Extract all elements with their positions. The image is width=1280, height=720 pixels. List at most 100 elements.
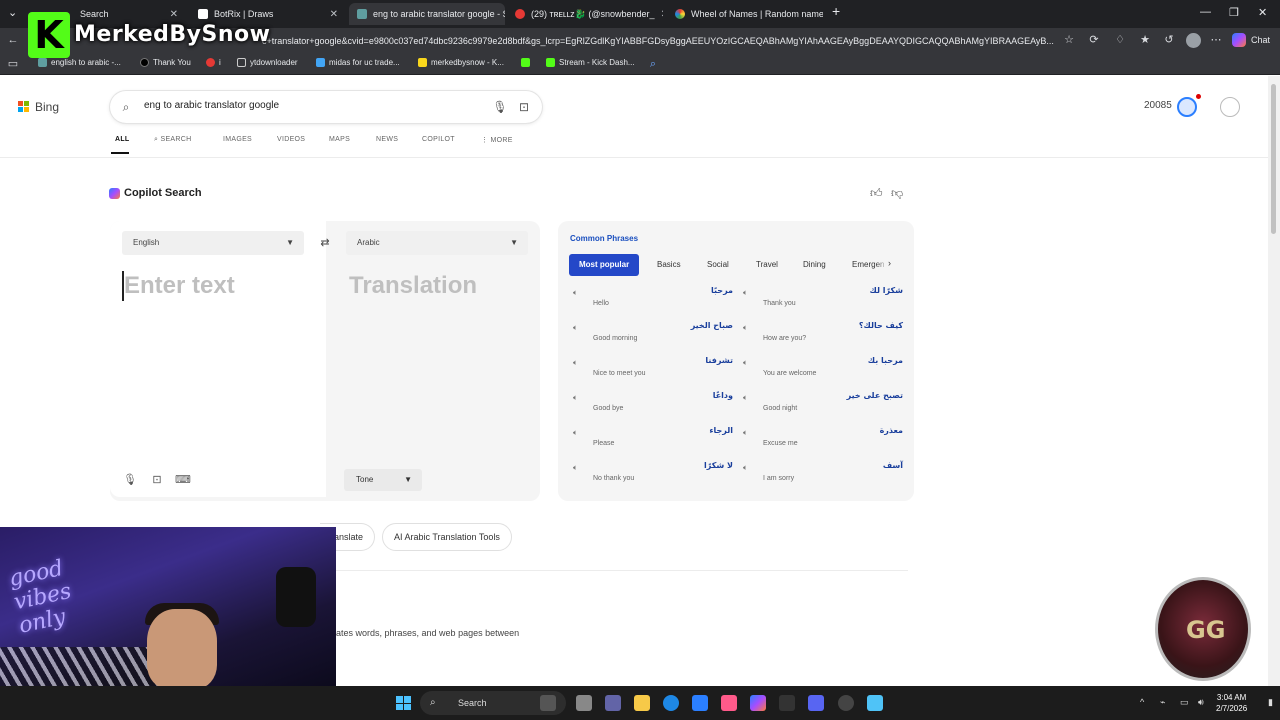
back-arrow-icon[interactable]: ← <box>6 33 20 47</box>
bookmark-item[interactable]: ytdownloader <box>237 58 298 67</box>
swap-languages-icon[interactable]: ⇄ <box>316 234 334 252</box>
keyboard-icon[interactable]: ⌨ <box>175 472 191 488</box>
speaker-icon[interactable]: 🔈︎ <box>743 358 748 368</box>
store-icon[interactable] <box>692 695 708 711</box>
search-box[interactable]: ⌕ eng to arabic translator google 🎙 ⊡ <box>110 91 542 123</box>
phrase-item[interactable]: 🔈︎ مرحبا بك You are welcome <box>743 356 903 386</box>
app-icon[interactable] <box>838 695 854 711</box>
phrase-tab-most-popular[interactable]: Most popular <box>569 254 640 276</box>
app-icon[interactable] <box>779 695 795 711</box>
tab-wheel-of-names[interactable]: Wheel of Names | Random name ✕ <box>667 3 823 25</box>
bookmark-item[interactable]: midas for uc trade... <box>316 58 400 67</box>
phrase-item[interactable]: 🔈︎ شكرًا لك Thank you <box>743 286 903 316</box>
phrase-item[interactable]: 🔈︎ مرحبًا Hello <box>573 286 733 316</box>
source-text-input[interactable]: Enter text <box>122 271 235 301</box>
tab-images[interactable]: IMAGES <box>223 136 252 143</box>
bookmark-item[interactable]: Thank You <box>140 58 191 67</box>
tone-select[interactable]: Tone ▼ <box>344 469 422 491</box>
scrollbar-thumb[interactable] <box>1271 84 1276 234</box>
favorites-icon[interactable]: ★ <box>1138 33 1152 47</box>
speaker-icon[interactable]: 🔈︎ <box>573 358 578 368</box>
speaker-icon[interactable]: 🔈︎ <box>573 323 578 333</box>
phrase-item[interactable]: 🔈︎ آسف I am sorry <box>743 461 903 491</box>
widgets-icon[interactable] <box>540 695 556 711</box>
network-icon[interactable]: ⌁ <box>1160 697 1165 708</box>
tab-bing-search[interactable]: eng to arabic translator google - S ✕ <box>349 3 505 25</box>
browser-essentials-icon[interactable]: ♢ <box>1113 33 1127 47</box>
speaker-icon[interactable]: 🔈︎ <box>743 288 748 298</box>
visual-search-icon[interactable]: ⊡ <box>516 99 532 115</box>
user-account-icon[interactable] <box>1220 97 1240 117</box>
tab-search-copilot[interactable]: ⌕ SEARCH <box>154 136 191 144</box>
discord-icon[interactable] <box>808 695 824 711</box>
rewards-medal-icon[interactable] <box>1177 97 1197 117</box>
bing-logo[interactable]: Bing <box>18 100 59 114</box>
camera-translate-icon[interactable]: ⊡ <box>149 472 165 488</box>
bookmark-item[interactable]: Stream - Kick Dash... <box>546 58 635 67</box>
bookmark-item[interactable]: i <box>206 58 221 67</box>
bookmark-item[interactable] <box>521 58 534 67</box>
rewards-points[interactable]: 20085 <box>1144 100 1172 111</box>
bookmark-item[interactable]: merkedbysnow - K... <box>418 58 504 67</box>
start-button[interactable] <box>396 696 411 710</box>
minimize-icon[interactable]: — <box>1200 6 1211 18</box>
page-scrollbar[interactable] <box>1268 76 1280 686</box>
search-input[interactable]: eng to arabic translator google <box>144 100 279 111</box>
tab-copilot[interactable]: COPILOT <box>422 136 455 143</box>
phrase-tab-social[interactable]: Social <box>697 254 739 276</box>
phrase-item[interactable]: 🔈︎ الرجاء Please <box>573 426 733 456</box>
thumbs-down-icon[interactable]: 👎︎ <box>891 186 903 201</box>
show-hidden-icons[interactable]: ^ <box>1140 697 1144 707</box>
phrase-item[interactable]: 🔈︎ وداعًا Good bye <box>573 391 733 421</box>
phrase-tab-basics[interactable]: Basics <box>647 254 691 276</box>
app-icon[interactable] <box>721 695 737 711</box>
speaker-icon[interactable]: 🔈︎ <box>743 393 748 403</box>
speaker-icon[interactable]: 🔈︎ <box>743 323 748 333</box>
source-language-select[interactable]: English ▼ <box>122 231 304 255</box>
target-language-select[interactable]: Arabic ▼ <box>346 231 528 255</box>
display-icon[interactable]: ▭ <box>1180 697 1189 708</box>
related-chip[interactable]: AI Arabic Translation Tools <box>382 523 512 551</box>
tab-more[interactable]: ⋮ MORE <box>481 136 513 144</box>
file-explorer-icon[interactable] <box>634 695 650 711</box>
notepad-icon[interactable] <box>867 695 883 711</box>
phrase-item[interactable]: 🔈︎ تشرفنا Nice to meet you <box>573 356 733 386</box>
phrase-item[interactable]: 🔈︎ كيف حالك؟ How are you? <box>743 321 903 351</box>
extensions-icon[interactable]: ⟳ <box>1087 33 1101 47</box>
phrase-tab-travel[interactable]: Travel <box>746 254 788 276</box>
new-tab-icon[interactable]: + <box>832 3 840 19</box>
bookmark-item[interactable]: english to arabic -... <box>38 58 121 67</box>
speaker-icon[interactable]: 🔈︎ <box>743 428 748 438</box>
profile-avatar[interactable] <box>1186 33 1201 48</box>
task-view-icon[interactable] <box>576 695 592 711</box>
edge-icon[interactable] <box>663 695 679 711</box>
teams-icon[interactable] <box>605 695 621 711</box>
speaker-icon[interactable]: 🔈︎ <box>573 288 578 298</box>
phrase-item[interactable]: 🔈︎ تصبح على خير Good night <box>743 391 903 421</box>
close-icon[interactable]: ✕ <box>164 9 178 20</box>
tab-news[interactable]: NEWS <box>376 136 398 143</box>
notification-icon[interactable]: ▮ <box>1268 697 1273 708</box>
tab-videos[interactable]: VIDEOS <box>277 136 305 143</box>
volume-icon[interactable]: 🔊︎ <box>1198 697 1204 708</box>
copilot-icon[interactable] <box>750 695 766 711</box>
close-icon[interactable]: ✕ <box>655 9 663 20</box>
microphone-icon[interactable]: 🎙 <box>122 472 138 488</box>
phrase-item[interactable]: 🔈︎ لا شكرًا No thank you <box>573 461 733 491</box>
reading-list-icon[interactable]: ▭ <box>6 57 20 71</box>
maximize-icon[interactable]: ❐ <box>1229 6 1239 19</box>
phrase-tab-dining[interactable]: Dining <box>793 254 836 276</box>
tab-all[interactable]: ALL <box>115 136 130 143</box>
settings-more-icon[interactable]: ⋯ <box>1209 33 1223 47</box>
url-field[interactable]: c+translator+google&cvid=e9800c037ed74db… <box>262 32 1062 50</box>
favorite-star-icon[interactable]: ☆ <box>1062 33 1076 47</box>
window-close-icon[interactable]: ✕ <box>1258 6 1267 19</box>
search-icon[interactable]: ⌕ <box>646 57 660 71</box>
speaker-icon[interactable]: 🔈︎ <box>573 393 578 403</box>
chevron-right-icon[interactable]: › <box>888 258 891 268</box>
copilot-chat-button[interactable]: Chat <box>1232 33 1270 47</box>
microphone-icon[interactable]: 🎙 <box>492 99 508 115</box>
tab-maps[interactable]: MAPS <box>329 136 350 143</box>
speaker-icon[interactable]: 🔈︎ <box>743 463 748 473</box>
history-icon[interactable]: ↺ <box>1162 33 1176 47</box>
